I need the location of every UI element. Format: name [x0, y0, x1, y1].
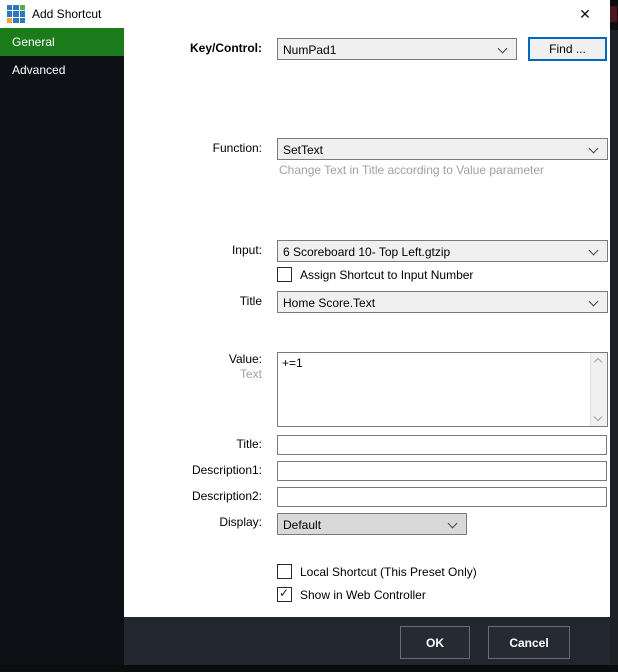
dialog-title: Add Shortcut — [32, 7, 101, 21]
sidebar: General Advanced — [0, 28, 124, 665]
vmix-logo-icon — [7, 5, 25, 23]
description2-input[interactable] — [277, 487, 607, 507]
display-dropdown[interactable]: Default — [277, 513, 467, 535]
footer-bar: OK Cancel — [124, 617, 610, 665]
form-panel: Key/Control: NumPad1 Find ... Function: … — [124, 28, 610, 617]
description2-label: Description2: — [124, 489, 262, 503]
key-control-label: Key/Control: — [124, 41, 262, 55]
function-dropdown[interactable]: SetText — [277, 138, 608, 160]
checkbox-icon[interactable] — [277, 564, 292, 579]
title-dropdown[interactable]: Home Score.Text — [277, 291, 608, 313]
web-controller-checkbox[interactable]: Show in Web Controller — [277, 587, 426, 602]
function-value: SetText — [283, 143, 323, 157]
chevron-down-icon[interactable] — [589, 297, 599, 307]
scroll-down-icon[interactable] — [594, 413, 602, 421]
title-select-value: Home Score.Text — [283, 296, 375, 310]
scroll-up-icon[interactable] — [594, 358, 602, 366]
background-window-bottom — [0, 665, 618, 672]
title-input-label: Title: — [124, 437, 262, 451]
scrollbar[interactable] — [590, 353, 607, 426]
ok-button[interactable]: OK — [400, 626, 470, 659]
sidebar-item-label: General — [12, 35, 55, 49]
input-value: 6 Scoreboard 10- Top Left.gtzip — [283, 245, 450, 259]
function-label: Function: — [124, 141, 262, 155]
background-red-indicator — [610, 6, 617, 22]
cancel-button[interactable]: Cancel — [488, 626, 570, 659]
title-input[interactable] — [277, 435, 607, 455]
sidebar-item-label: Advanced — [12, 63, 65, 77]
titlebar: Add Shortcut ✕ — [0, 0, 610, 28]
description1-label: Description1: — [124, 463, 262, 477]
find-button[interactable]: Find ... — [528, 37, 607, 61]
checkbox-icon[interactable] — [277, 267, 292, 282]
checkbox-icon[interactable] — [277, 587, 292, 602]
chevron-down-icon[interactable] — [448, 519, 458, 529]
sidebar-item-general[interactable]: General — [0, 28, 126, 56]
assign-shortcut-label: Assign Shortcut to Input Number — [300, 268, 473, 282]
function-help-text: Change Text in Title according to Value … — [279, 163, 544, 177]
value-textarea[interactable]: +=1 — [278, 353, 590, 426]
title-select-label: Title — [124, 294, 262, 308]
key-control-value: NumPad1 — [283, 43, 336, 57]
display-value: Default — [283, 518, 321, 532]
value-label: Value: — [124, 352, 262, 366]
local-shortcut-checkbox[interactable]: Local Shortcut (This Preset Only) — [277, 564, 477, 579]
close-icon[interactable]: ✕ — [576, 5, 594, 23]
chevron-down-icon[interactable] — [589, 246, 599, 256]
screen: Add Shortcut ✕ General Advanced Key/Cont… — [0, 0, 618, 672]
local-shortcut-label: Local Shortcut (This Preset Only) — [300, 565, 477, 579]
sidebar-item-advanced[interactable]: Advanced — [0, 56, 124, 84]
value-field-frame: +=1 — [277, 352, 608, 427]
chevron-down-icon[interactable] — [498, 44, 508, 54]
chevron-down-icon[interactable] — [589, 144, 599, 154]
input-dropdown[interactable]: 6 Scoreboard 10- Top Left.gtzip — [277, 240, 608, 262]
assign-shortcut-checkbox[interactable]: Assign Shortcut to Input Number — [277, 267, 473, 282]
description1-input[interactable] — [277, 461, 607, 481]
web-controller-label: Show in Web Controller — [300, 588, 426, 602]
add-shortcut-dialog: Add Shortcut ✕ General Advanced Key/Cont… — [0, 0, 610, 665]
key-control-dropdown[interactable]: NumPad1 — [277, 38, 517, 60]
background-window-edge — [610, 0, 618, 672]
input-label: Input: — [124, 243, 262, 257]
value-sublabel: Text — [124, 367, 262, 381]
display-label: Display: — [124, 515, 262, 529]
